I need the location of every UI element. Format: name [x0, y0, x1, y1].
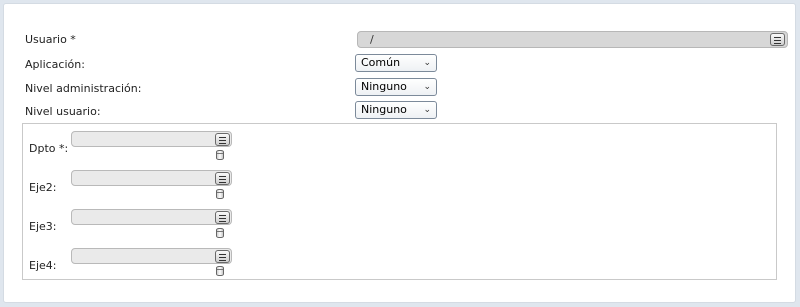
list-icon[interactable] [215, 211, 230, 224]
nivel-usuario-selected: Ninguno [361, 103, 407, 116]
aplicacion-select[interactable]: Común ⌄ [355, 54, 437, 72]
nivel-usuario-select[interactable]: Ninguno ⌄ [355, 101, 437, 119]
database-icon[interactable] [216, 266, 224, 276]
database-icon[interactable] [216, 228, 224, 238]
eje4-field[interactable] [71, 248, 232, 264]
chevron-down-icon: ⌄ [423, 58, 431, 68]
nivel-admin-select[interactable]: Ninguno ⌄ [355, 78, 437, 96]
usuario-label: Usuario * [25, 33, 76, 46]
eje3-label: Eje3: [29, 220, 57, 233]
dpto-label: Dpto *: [29, 142, 69, 155]
database-icon[interactable] [216, 189, 224, 199]
nivel-usuario-label: Nivel usuario: [25, 105, 101, 118]
aplicacion-selected: Común [361, 56, 401, 69]
list-icon[interactable] [770, 33, 785, 46]
list-icon[interactable] [215, 172, 230, 185]
eje4-label: Eje4: [29, 259, 57, 272]
eje2-field[interactable] [71, 170, 232, 186]
nivel-admin-selected: Ninguno [361, 80, 407, 93]
usuario-field[interactable]: / [357, 31, 788, 48]
database-icon[interactable] [216, 150, 224, 160]
dpto-field[interactable] [71, 131, 232, 147]
chevron-down-icon: ⌄ [423, 82, 431, 92]
list-icon[interactable] [215, 133, 230, 146]
eje2-label: Eje2: [29, 181, 57, 194]
aplicacion-label: Aplicación: [25, 58, 85, 71]
nivel-admin-label: Nivel administración: [25, 82, 142, 95]
chevron-down-icon: ⌄ [423, 105, 431, 115]
usuario-value: / [370, 33, 374, 46]
list-icon[interactable] [215, 250, 230, 263]
eje3-field[interactable] [71, 209, 232, 225]
